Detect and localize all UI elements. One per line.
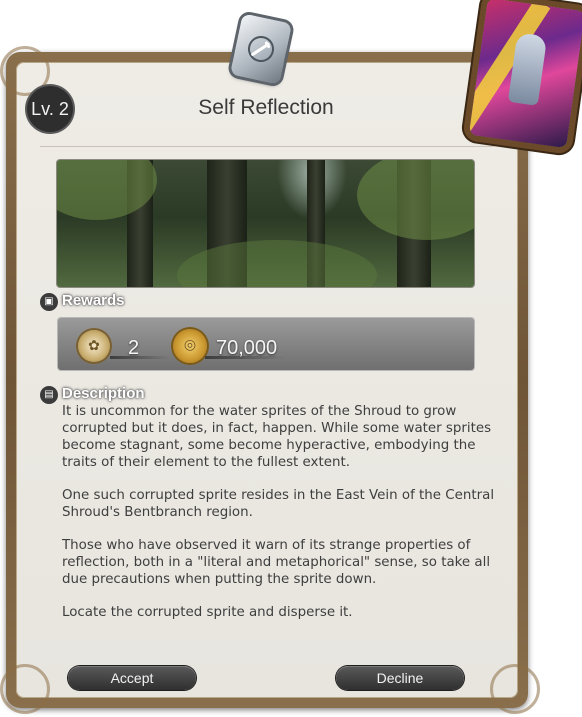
frame-ornament-bottom-left [0, 664, 50, 714]
rewards-icon: ▣ [40, 293, 58, 311]
description-paragraph: Those who have observed it warn of its s… [62, 538, 491, 587]
reward-underline [110, 356, 170, 359]
description-paragraph: One such corrupted sprite resides in the… [62, 488, 495, 520]
sword-icon [248, 36, 274, 62]
rewards-label: Rewards [62, 292, 125, 309]
quest-description: It is uncommon for the water sprites of … [62, 403, 507, 637]
reward-value-seals: 2 [128, 337, 140, 359]
banner-foliage [357, 160, 474, 240]
quest-title: Self Reflection [198, 96, 334, 119]
triple-triad-card-image [468, 0, 582, 149]
frame-ornament-bottom-right [490, 664, 540, 714]
accept-button[interactable]: Accept [68, 666, 196, 690]
description-paragraph: Locate the corrupted sprite and disperse… [62, 605, 353, 620]
gil-coin-icon[interactable]: ◎ [173, 329, 207, 363]
description-icon: ▤ [40, 386, 58, 404]
decline-button[interactable]: Decline [336, 666, 464, 690]
title-divider [40, 146, 494, 147]
quest-banner-image [57, 160, 474, 287]
description-label: Description [62, 385, 145, 402]
description-paragraph: It is uncommon for the water sprites of … [62, 404, 492, 470]
reward-value-gil: 70,000 [216, 337, 278, 359]
seal-emblem-icon[interactable]: ✿ [78, 330, 110, 362]
